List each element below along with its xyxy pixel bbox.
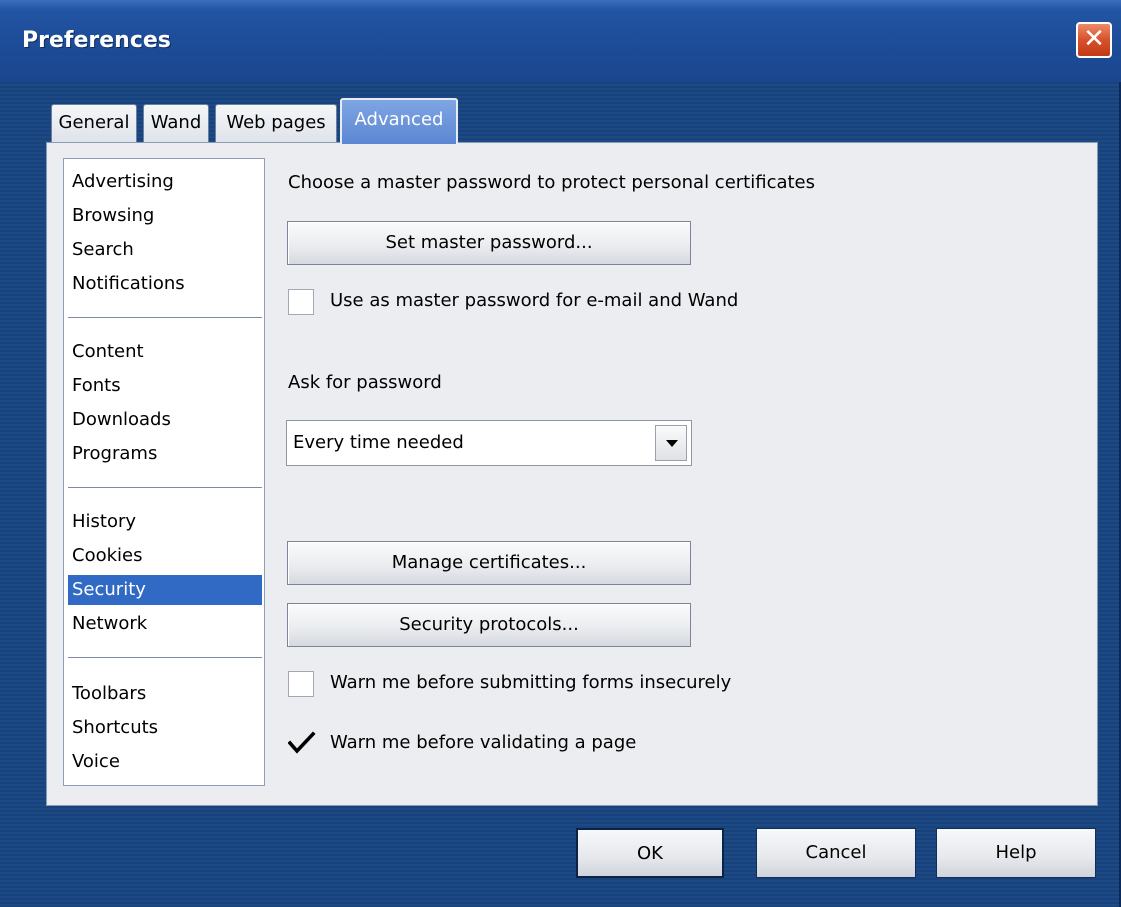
set-master-password-button[interactable]: Set master password... <box>287 221 691 265</box>
button-label: OK <box>637 843 663 864</box>
preferences-window: Preferences ✕ General Wand Web pages Adv… <box>0 0 1121 907</box>
sidebar-separator <box>68 487 262 489</box>
ask-for-password-select[interactable]: Every time needed <box>286 420 692 466</box>
use-master-password-label: Use as master password for e-mail and Wa… <box>330 290 739 311</box>
sidebar-item-search[interactable]: Search <box>68 235 262 265</box>
use-master-password-checkbox[interactable] <box>288 289 314 315</box>
sidebar-item-fonts[interactable]: Fonts <box>68 371 262 401</box>
sidebar-item-downloads[interactable]: Downloads <box>68 405 262 435</box>
tab-wand[interactable]: Wand <box>143 104 209 142</box>
sidebar-item-voice[interactable]: Voice <box>68 747 262 777</box>
tab-label: General <box>58 112 130 133</box>
close-icon: ✕ <box>1083 24 1105 54</box>
button-label: Cancel <box>805 842 867 863</box>
sidebar-item-content[interactable]: Content <box>68 337 262 367</box>
advanced-sidebar: Advertising Browsing Search Notification… <box>63 158 265 786</box>
sidebar-separator <box>68 657 262 659</box>
ask-for-password-label: Ask for password <box>288 372 442 393</box>
sidebar-item-network[interactable]: Network <box>68 609 262 639</box>
sidebar-item-cookies[interactable]: Cookies <box>68 541 262 571</box>
button-label: Manage certificates... <box>391 552 587 573</box>
tab-advanced[interactable]: Advanced <box>340 98 458 144</box>
sidebar-item-toolbars[interactable]: Toolbars <box>68 679 262 709</box>
security-protocols-button[interactable]: Security protocols... <box>287 603 691 647</box>
warn-insecure-forms-label: Warn me before submitting forms insecure… <box>330 672 732 693</box>
sidebar-item-programs[interactable]: Programs <box>68 439 262 469</box>
chevron-down-icon[interactable] <box>655 425 687 461</box>
warn-validating-page-checkbox[interactable] <box>288 731 316 757</box>
manage-certificates-button[interactable]: Manage certificates... <box>287 541 691 585</box>
tab-label: Web pages <box>226 112 326 133</box>
button-label: Set master password... <box>385 232 593 253</box>
tab-general[interactable]: General <box>51 104 137 142</box>
sidebar-item-advertising[interactable]: Advertising <box>68 167 262 197</box>
sidebar-item-notifications[interactable]: Notifications <box>68 269 262 299</box>
title-bar[interactable]: Preferences ✕ <box>0 0 1121 82</box>
sidebar-item-browsing[interactable]: Browsing <box>68 201 262 231</box>
select-value: Every time needed <box>293 432 464 453</box>
button-label: Security protocols... <box>399 614 579 635</box>
button-label: Help <box>995 842 1037 863</box>
sidebar-separator <box>68 317 262 319</box>
warn-validating-page-label: Warn me before validating a page <box>330 732 637 753</box>
tab-label: Advanced <box>354 109 444 130</box>
master-password-heading: Choose a master password to protect pers… <box>288 172 816 193</box>
tab-label: Wand <box>150 112 202 133</box>
close-button[interactable]: ✕ <box>1076 22 1112 58</box>
help-button[interactable]: Help <box>936 828 1096 878</box>
ok-button[interactable]: OK <box>576 828 724 878</box>
sidebar-item-security[interactable]: Security <box>68 575 262 605</box>
tab-web-pages[interactable]: Web pages <box>215 104 337 142</box>
cancel-button[interactable]: Cancel <box>756 828 916 878</box>
window-title: Preferences <box>22 28 171 53</box>
warn-insecure-forms-checkbox[interactable] <box>288 671 314 697</box>
sidebar-item-shortcuts[interactable]: Shortcuts <box>68 713 262 743</box>
checkmark-icon <box>288 731 316 754</box>
sidebar-item-history[interactable]: History <box>68 507 262 537</box>
